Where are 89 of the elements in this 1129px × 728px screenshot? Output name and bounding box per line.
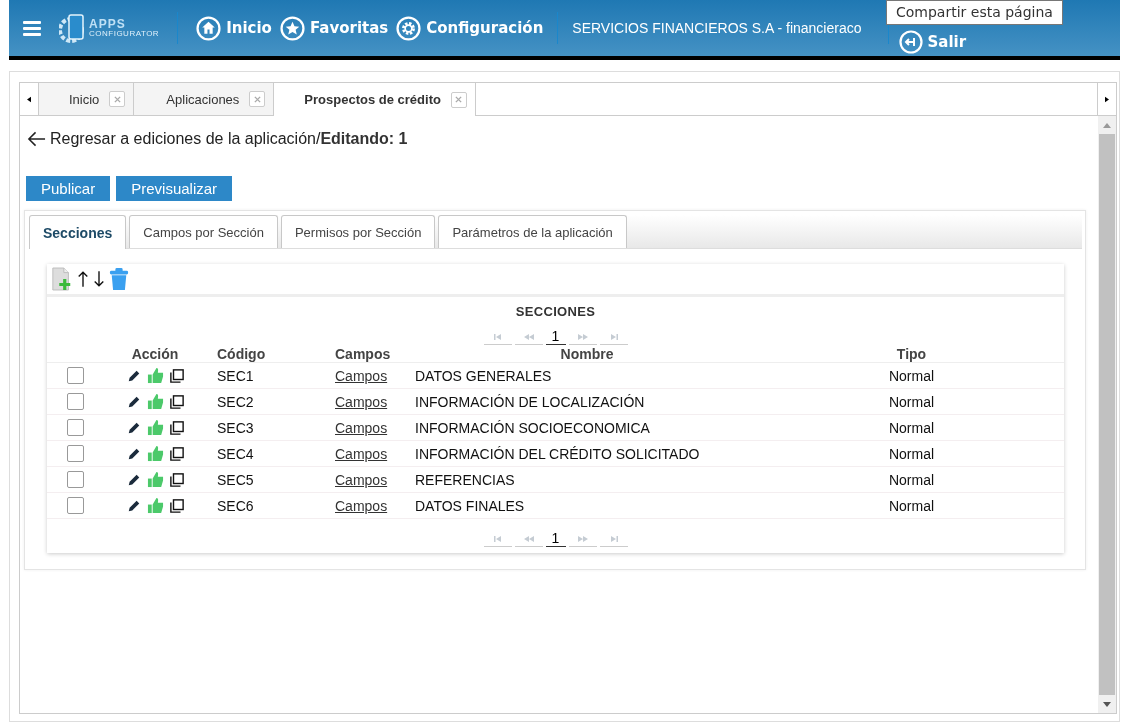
table-cell-text: SEC5 xyxy=(216,471,255,488)
table-cell-text: SEC2 xyxy=(216,393,255,410)
thumbs-up-icon[interactable] xyxy=(146,393,164,410)
section-tab[interactable]: Parámetros de la aplicación xyxy=(438,215,627,248)
pencil-icon[interactable] xyxy=(126,446,141,461)
campos-link[interactable]: Campos xyxy=(325,367,388,384)
pencil-icon[interactable] xyxy=(126,472,141,487)
back-arrow-icon[interactable] xyxy=(27,131,46,147)
logout-icon xyxy=(898,30,923,54)
pencil-icon[interactable] xyxy=(126,498,141,513)
section-tab[interactable]: Permisos por Sección xyxy=(280,215,436,248)
campos-link[interactable]: Campos xyxy=(325,471,388,488)
copy-icon[interactable] xyxy=(169,394,184,409)
table-cell-text: INFORMACIÓN DEL CRÉDITO SOLICITADO xyxy=(415,445,701,462)
row-checkbox[interactable] xyxy=(66,471,84,488)
gear-icon xyxy=(396,15,422,41)
close-icon[interactable] xyxy=(253,95,261,103)
campos-link[interactable]: Campos xyxy=(325,497,388,514)
thumbs-up-icon[interactable] xyxy=(146,419,164,436)
table-cell-text: DATOS FINALES xyxy=(415,497,526,514)
table-cell-text: SEC6 xyxy=(216,497,255,514)
row-checkbox[interactable] xyxy=(66,419,84,436)
copy-icon[interactable] xyxy=(169,472,184,487)
table-cell-text: SEC1 xyxy=(216,367,255,384)
campos-link[interactable]: Campos xyxy=(325,445,388,462)
page-number[interactable]: 1 xyxy=(545,328,566,345)
pencil-icon[interactable] xyxy=(126,368,141,383)
logo-text: APPS xyxy=(89,18,127,30)
logo-subtext: CONFIGURATOR xyxy=(89,30,160,38)
tooltip: Compartir esta página xyxy=(886,0,1063,25)
scroll-right-icon[interactable] xyxy=(1105,95,1109,103)
logout-link[interactable]: Salir xyxy=(896,30,969,54)
thumbs-up-icon[interactable] xyxy=(146,497,164,514)
row-checkbox[interactable] xyxy=(66,445,84,462)
section-tab[interactable]: Secciones xyxy=(29,215,127,249)
table-cell-text: REFERENCIAS xyxy=(415,471,516,488)
thumbs-up-icon[interactable] xyxy=(146,367,164,384)
page-number[interactable]: 1 xyxy=(545,530,566,547)
thumbs-up-icon[interactable] xyxy=(146,471,164,488)
grid-title: SECCIONES xyxy=(514,304,597,319)
column-header: Código xyxy=(216,345,267,362)
down-arrow-icon[interactable] xyxy=(93,269,105,289)
home-icon xyxy=(196,15,222,41)
phone-gear-icon xyxy=(59,13,87,43)
nav-link[interactable]: Favoritas xyxy=(277,15,391,41)
action-button[interactable]: Previsualizar xyxy=(116,176,233,201)
table-cell-text: SEC4 xyxy=(216,445,255,462)
table-cell-text: INFORMACIÓN SOCIOECONOMICA xyxy=(415,419,651,436)
column-header: Nombre xyxy=(559,345,615,362)
section-tab[interactable]: Campos por Sección xyxy=(129,215,278,248)
column-header: Campos xyxy=(334,345,392,362)
back-link[interactable]: Regresar a ediciones de la aplicación/Editando: 1 xyxy=(50,130,408,148)
document-tab[interactable]: Inicio xyxy=(39,83,135,115)
document-tab[interactable]: Aplicaciones xyxy=(134,83,275,115)
menu-icon[interactable] xyxy=(23,20,41,36)
table-cell-text: Normal xyxy=(887,497,936,514)
close-icon[interactable] xyxy=(455,96,463,103)
nav-link[interactable]: Inicio xyxy=(194,15,274,41)
up-arrow-icon[interactable] xyxy=(77,269,89,289)
scroll-down-icon[interactable] xyxy=(1103,701,1111,707)
table-cell-text: INFORMACIÓN DE LOCALIZACIÓN xyxy=(415,393,646,410)
nav-link[interactable]: Configuración xyxy=(394,15,546,41)
table-cell-text: SEC3 xyxy=(216,419,255,436)
scroll-left-icon[interactable] xyxy=(27,95,31,103)
table-cell-text: DATOS GENERALES xyxy=(415,367,553,384)
document-tab[interactable]: Prospectos de crédito xyxy=(274,83,476,116)
thumbs-up-icon[interactable] xyxy=(146,445,164,462)
table-cell-text: Normal xyxy=(887,367,936,384)
copy-icon[interactable] xyxy=(169,446,184,461)
copy-icon[interactable] xyxy=(169,498,184,513)
table-cell-text: Normal xyxy=(887,393,936,410)
table-cell-text: Normal xyxy=(887,471,936,488)
campos-link[interactable]: Campos xyxy=(325,419,388,436)
column-header: Acción xyxy=(130,345,180,362)
row-checkbox[interactable] xyxy=(66,367,84,384)
scrollbar[interactable] xyxy=(1098,116,1116,713)
pencil-icon[interactable] xyxy=(126,420,141,435)
table-cell-text: Normal xyxy=(887,419,936,436)
scroll-up-icon[interactable] xyxy=(1103,122,1111,128)
close-icon[interactable] xyxy=(113,95,121,103)
copy-icon[interactable] xyxy=(169,368,184,383)
column-header: Tipo xyxy=(895,345,928,362)
table-cell-text: Normal xyxy=(887,445,936,462)
copy-icon[interactable] xyxy=(169,420,184,435)
pencil-icon[interactable] xyxy=(126,394,141,409)
action-button[interactable]: Publicar xyxy=(26,176,111,201)
row-checkbox[interactable] xyxy=(66,497,84,514)
row-checkbox[interactable] xyxy=(66,393,84,410)
campos-link[interactable]: Campos xyxy=(325,393,388,410)
